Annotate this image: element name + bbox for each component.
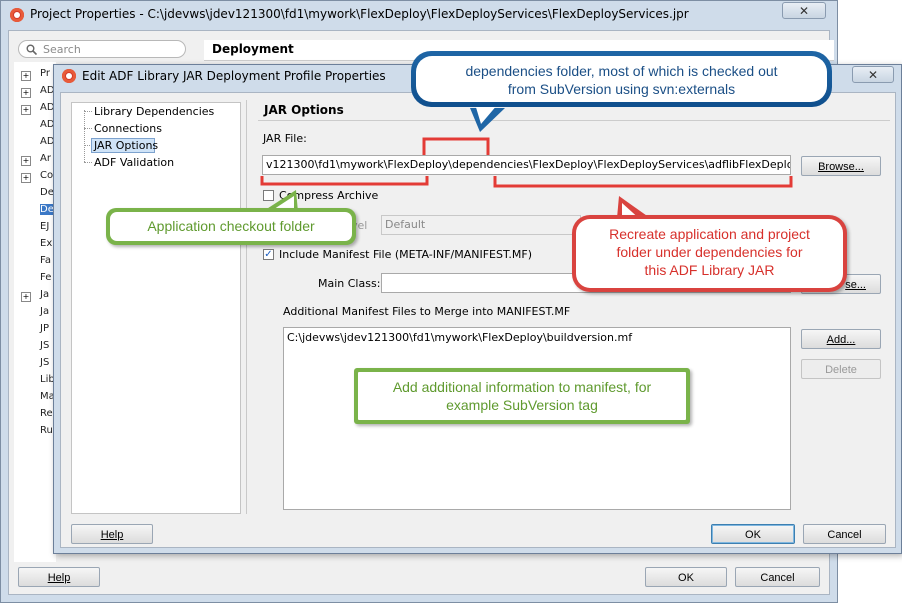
jar-file-input[interactable]: v121300\fd1\mywork\FlexDeploy\dependenci… — [262, 155, 791, 175]
search-placeholder: Search — [43, 43, 81, 56]
compression-level-select[interactable]: Default — [381, 215, 581, 235]
outer-tree-item[interactable]: Ex — [40, 238, 52, 249]
dialog-help-label: Help — [100, 529, 124, 541]
jar-browse-label: Browse... — [818, 161, 864, 173]
dialog-title: Edit ADF Library JAR Deployment Profile … — [82, 69, 386, 83]
nav-item-jar-options[interactable]: JAR Options — [94, 139, 158, 152]
delete-manifest-button[interactable]: Delete — [801, 359, 881, 379]
jar-options-title: JAR Options — [264, 103, 344, 117]
outer-tree-item[interactable]: JP — [40, 323, 49, 334]
outer-help-button[interactable]: Help — [18, 567, 100, 587]
outer-help-label: Help — [47, 572, 71, 584]
additional-manifest-label: Additional Manifest Files to Merge into … — [283, 305, 571, 318]
nav-item-library-dependencies[interactable]: Library Dependencies — [94, 105, 214, 118]
outer-ok-button[interactable]: OK — [645, 567, 727, 587]
dialog-ok-button[interactable]: OK — [711, 524, 795, 544]
tree-expand-icon[interactable]: + — [21, 292, 31, 302]
tree-expand-icon[interactable]: + — [21, 88, 31, 98]
outer-tree-item[interactable]: De — [40, 204, 54, 215]
outer-tree-item[interactable]: Ar — [40, 153, 51, 164]
jdeveloper-app-icon — [10, 8, 24, 22]
tree-expand-icon[interactable]: + — [21, 105, 31, 115]
green-callout-2-line-2: example SubVersion tag — [446, 397, 598, 413]
outer-cancel-button[interactable]: Cancel — [735, 567, 820, 587]
jar-browse-button[interactable]: Browse... — [801, 156, 881, 176]
main-class-browse-label: se... — [845, 279, 866, 291]
jar-file-label: JAR File: — [263, 132, 307, 145]
outer-tree-item[interactable]: Co — [40, 170, 53, 181]
dialog-cancel-button[interactable]: Cancel — [803, 524, 886, 544]
dialog-help-button[interactable]: Help — [71, 524, 153, 544]
nav-item-connections[interactable]: Connections — [94, 122, 162, 135]
dialog-close-icon[interactable]: ✕ — [852, 66, 894, 83]
manifest-file-item[interactable]: C:\jdevws\jdev121300\fd1\mywork\FlexDepl… — [287, 331, 632, 344]
search-input[interactable]: Search — [18, 40, 186, 58]
panel-splitter[interactable] — [246, 100, 247, 514]
include-manifest-checkbox[interactable]: ✓ — [263, 249, 274, 260]
outer-tree-item[interactable]: Fa — [40, 255, 51, 266]
outer-tree-item[interactable]: JS — [40, 340, 49, 351]
red-callout-line-2: folder under dependencies for — [616, 244, 803, 260]
outer-tree-item[interactable]: JS — [40, 357, 49, 368]
main-class-label: Main Class: — [318, 277, 381, 290]
blue-callout-line-2: from SubVersion using svn:externals — [507, 81, 736, 97]
red-callout-line-1: Recreate application and project — [609, 226, 810, 242]
search-icon — [26, 44, 37, 55]
outer-window-title: Project Properties - C:\jdevws\jdev12130… — [30, 7, 689, 21]
green-callout-2-line-1: Add additional information to manifest, … — [392, 379, 652, 395]
blue-callout-line-1: dependencies folder, most of which is ch… — [465, 63, 778, 79]
outer-tree-item[interactable]: Re — [40, 408, 53, 419]
tree-expand-icon[interactable]: + — [21, 173, 31, 183]
outer-tree-item[interactable]: Ru — [40, 425, 53, 436]
green-callout-1-text: Application checkout folder — [110, 212, 352, 241]
tree-expand-icon[interactable]: + — [21, 156, 31, 166]
nav-item-adf-validation[interactable]: ADF Validation — [94, 156, 174, 169]
tree-expand-icon[interactable]: + — [21, 71, 31, 81]
outer-tree-item[interactable]: De — [40, 187, 54, 198]
outer-tree-item[interactable]: Ja — [40, 289, 49, 300]
compress-archive-checkbox[interactable] — [263, 190, 274, 201]
manifest-info-callout: Add additional information to manifest, … — [354, 368, 690, 424]
outer-tree-item[interactable]: EJ — [40, 221, 49, 232]
checkout-folder-callout: Application checkout folder — [106, 208, 356, 245]
outer-tree-item[interactable]: Pr — [40, 68, 50, 79]
red-callout-line-3: this ADF Library JAR — [644, 262, 775, 278]
add-manifest-label: Add... — [826, 334, 856, 346]
recreate-folder-callout: Recreate application and project folder u… — [572, 215, 847, 292]
deployment-title: Deployment — [212, 42, 294, 56]
compress-archive-label: Compress Archive — [279, 189, 379, 202]
outer-close-icon[interactable]: ✕ — [782, 2, 826, 19]
include-manifest-label: Include Manifest File (META-INF/MANIFEST… — [279, 248, 533, 261]
outer-tree-item[interactable]: Fe — [40, 272, 51, 283]
dialog-app-icon — [62, 69, 76, 83]
svn-externals-callout: dependencies folder, most of which is ch… — [411, 51, 832, 107]
add-manifest-button[interactable]: Add... — [801, 329, 881, 349]
outer-tree-item[interactable]: Ja — [40, 306, 49, 317]
